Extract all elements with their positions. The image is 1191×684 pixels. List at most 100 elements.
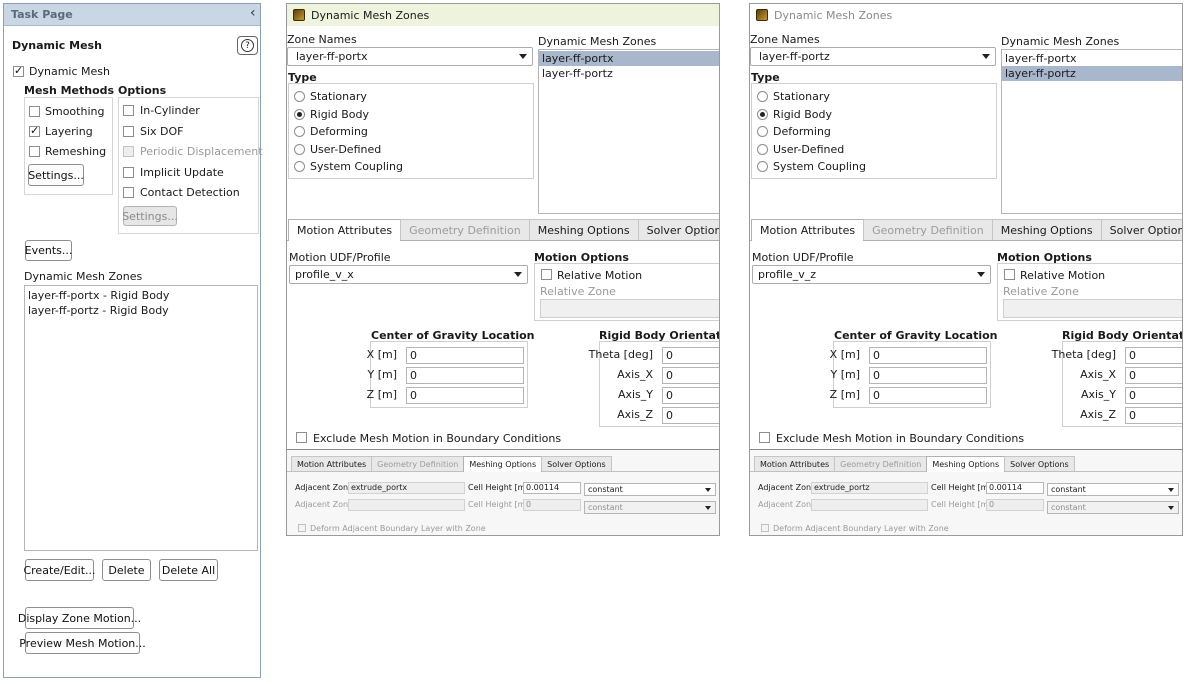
option-checkbox-1[interactable] xyxy=(123,125,134,137)
collapse-chevron-icon[interactable]: ‹ xyxy=(250,5,256,21)
dynamic-mesh-zones-list[interactable]: layer-ff-portx layer-ff-portz xyxy=(1001,49,1182,214)
cog-value-field[interactable]: 0 xyxy=(869,347,987,364)
option-checkbox-0[interactable] xyxy=(123,105,134,116)
preview-mesh-motion-button[interactable]: Preview Mesh Motion... xyxy=(19,632,146,654)
inset-tab-solver-options[interactable]: Solver Options xyxy=(541,456,612,471)
relative-motion-label: Relative Motion xyxy=(557,269,643,282)
tab-geometry-definition[interactable]: Geometry Definition xyxy=(863,219,993,240)
zone-names-dropdown[interactable]: layer-ff-portz xyxy=(750,47,996,66)
cell-height-method-dropdown-2[interactable]: constant xyxy=(1047,501,1179,514)
cell-height-field[interactable]: 0.00114 xyxy=(986,482,1044,494)
list-item[interactable]: layer-ff-portz - Rigid Body xyxy=(25,303,257,318)
inset-tab-geometry-definition[interactable]: Geometry Definition xyxy=(371,456,465,471)
relative-zone-field[interactable] xyxy=(1003,299,1182,318)
deform-adjacent-checkbox[interactable] xyxy=(761,524,769,532)
inset-tab-motion-attributes[interactable]: Motion Attributes xyxy=(291,456,373,471)
orientation-value-field[interactable]: 0 xyxy=(1125,347,1182,364)
mesh-method-checkbox-2[interactable] xyxy=(29,146,40,157)
inset-tab-meshing-options[interactable]: Meshing Options xyxy=(463,456,543,472)
cell-height-field-2[interactable]: 0 xyxy=(523,499,581,511)
events-button[interactable]: Events... xyxy=(25,240,72,261)
mesh-method-checkbox-0[interactable] xyxy=(29,106,40,117)
adjacent-zone-field[interactable]: extrude_portx xyxy=(348,482,465,494)
cell-height-field[interactable]: 0.00114 xyxy=(523,482,581,494)
mesh-method-checkbox-1[interactable] xyxy=(29,124,40,137)
type-radio-0[interactable] xyxy=(757,91,768,102)
orientation-value-field[interactable]: 0 xyxy=(662,367,719,384)
relative-zone-label: Relative Zone xyxy=(540,285,616,298)
option-checkbox-3[interactable] xyxy=(123,166,134,178)
type-radio-1[interactable] xyxy=(757,108,768,120)
option-checkbox-2[interactable] xyxy=(123,146,134,157)
relative-motion-label: Relative Motion xyxy=(1020,269,1106,282)
exclude-mesh-motion-checkbox[interactable] xyxy=(759,432,770,443)
type-radio-1[interactable] xyxy=(294,108,305,120)
dynamic-mesh-zones-list[interactable]: layer-ff-portx - Rigid Body layer-ff-por… xyxy=(24,285,258,551)
inset-tab-solver-options[interactable]: Solver Options xyxy=(1004,456,1075,471)
list-item[interactable]: layer-ff-portz xyxy=(539,66,719,81)
dynamic-mesh-checkbox[interactable] xyxy=(13,64,24,77)
orientation-value-field[interactable]: 0 xyxy=(1125,407,1182,424)
type-radio-4[interactable] xyxy=(757,161,768,172)
list-item[interactable]: layer-ff-portx xyxy=(1002,51,1182,66)
adjacent-zone-field-2[interactable] xyxy=(348,499,465,511)
delete-button[interactable]: Delete xyxy=(102,559,151,581)
orientation-value-field[interactable]: 0 xyxy=(1125,367,1182,384)
cell-height-field-2[interactable]: 0 xyxy=(986,499,1044,511)
help-button[interactable]: ? xyxy=(237,36,258,55)
tab-meshing-options[interactable]: Meshing Options xyxy=(991,219,1102,240)
adjacent-zone-field[interactable]: extrude_portz xyxy=(811,482,928,494)
exclude-mesh-motion-label: Exclude Mesh Motion in Boundary Conditio… xyxy=(313,432,562,445)
tab-motion-attributes[interactable]: Motion Attributes xyxy=(288,219,402,241)
delete-all-button[interactable]: Delete All xyxy=(159,559,218,581)
cog-value-field[interactable]: 0 xyxy=(869,367,987,384)
type-radio-2[interactable] xyxy=(757,126,768,137)
tab-solver-options[interactable]: Solver Options xyxy=(1100,219,1182,240)
cell-height-method-dropdown[interactable]: constant xyxy=(584,483,716,496)
list-item[interactable]: layer-ff-portx - Rigid Body xyxy=(25,288,257,303)
type-radio-2[interactable] xyxy=(294,126,305,137)
orientation-value-field[interactable]: 0 xyxy=(662,347,719,364)
zone-names-label: Zone Names xyxy=(287,33,357,46)
cog-value-field[interactable]: 0 xyxy=(406,347,524,364)
deform-adjacent-checkbox[interactable] xyxy=(298,524,306,532)
type-radio-4[interactable] xyxy=(294,161,305,172)
orientation-value-field[interactable]: 0 xyxy=(1125,387,1182,404)
type-radio-3[interactable] xyxy=(757,143,768,155)
cog-axis-label: Z [m] xyxy=(829,388,860,401)
relative-motion-checkbox[interactable] xyxy=(541,269,552,280)
options-settings-button[interactable]: Settings... xyxy=(122,206,178,226)
tab-meshing-options[interactable]: Meshing Options xyxy=(528,219,639,240)
option-checkbox-4[interactable] xyxy=(123,187,134,198)
list-item[interactable]: layer-ff-portz xyxy=(1002,66,1182,81)
tab-geometry-definition[interactable]: Geometry Definition xyxy=(400,219,530,240)
relative-motion-checkbox[interactable] xyxy=(1004,269,1015,280)
cell-height-method-dropdown-2[interactable]: constant xyxy=(584,501,716,514)
type-radio-0[interactable] xyxy=(294,91,305,102)
option-label: Periodic Displacement xyxy=(140,145,263,158)
relative-zone-field[interactable] xyxy=(540,299,719,318)
udf-profile-dropdown[interactable]: profile_v_x xyxy=(289,265,528,284)
tab-solver-options[interactable]: Solver Options xyxy=(637,219,719,240)
dynamic-mesh-zones-list[interactable]: layer-ff-portx layer-ff-portz xyxy=(538,49,719,214)
tab-motion-attributes[interactable]: Motion Attributes xyxy=(751,219,865,241)
cog-value-field[interactable]: 0 xyxy=(406,387,524,404)
udf-profile-dropdown[interactable]: profile_v_z xyxy=(752,265,991,284)
orientation-value-field[interactable]: 0 xyxy=(662,407,719,424)
create-edit-button[interactable]: Create/Edit... xyxy=(23,559,96,581)
inset-tab-geometry-definition[interactable]: Geometry Definition xyxy=(834,456,928,471)
orientation-value-field[interactable]: 0 xyxy=(662,387,719,404)
adjacent-zone-field-2[interactable] xyxy=(811,499,928,511)
mesh-settings-button[interactable]: Settings... xyxy=(28,164,84,186)
display-zone-motion-button[interactable]: Display Zone Motion... xyxy=(18,607,141,629)
cog-value-field[interactable]: 0 xyxy=(869,387,987,404)
cog-value-field[interactable]: 0 xyxy=(406,367,524,384)
inset-tab-motion-attributes[interactable]: Motion Attributes xyxy=(754,456,836,471)
type-radio-3[interactable] xyxy=(294,143,305,155)
inset-tab-meshing-options[interactable]: Meshing Options xyxy=(926,456,1006,472)
zone-names-dropdown[interactable]: layer-ff-portx xyxy=(287,47,533,66)
cell-height-method-dropdown[interactable]: constant xyxy=(1047,483,1179,496)
exclude-mesh-motion-checkbox[interactable] xyxy=(296,432,307,443)
tab-bar: Motion Attributes Geometry Definition Mesh… xyxy=(751,219,1182,241)
list-item[interactable]: layer-ff-portx xyxy=(539,51,719,66)
